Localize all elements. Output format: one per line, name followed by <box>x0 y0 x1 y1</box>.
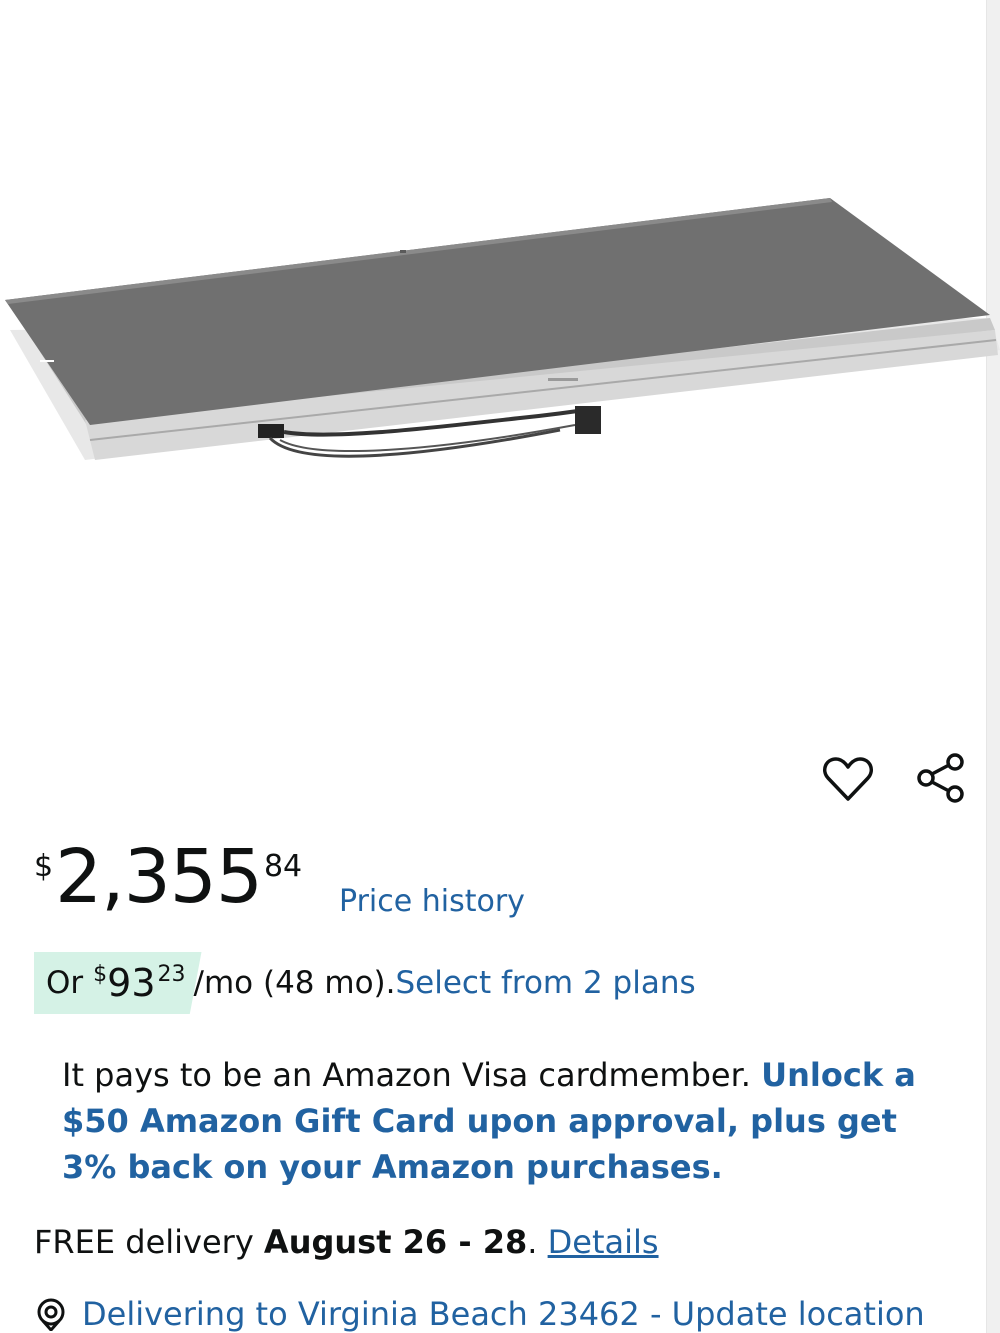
visa-promo: It pays to be an Amazon Visa cardmember.… <box>62 1052 952 1190</box>
installment-symbol: $ <box>93 962 108 987</box>
price-whole: 2,355 <box>55 834 263 920</box>
installment-offer: Or $ 93 23 /mo (48 mo). Select from 2 pl… <box>34 952 696 1014</box>
select-plans-link[interactable]: Select from 2 plans <box>396 965 696 1001</box>
delivery-location[interactable]: Delivering to Virginia Beach 23462 - Upd… <box>34 1292 925 1333</box>
location-label[interactable]: Delivering to Virginia Beach 23462 - Upd… <box>82 1292 925 1333</box>
price-symbol: $ <box>34 849 54 884</box>
wishlist-button[interactable] <box>818 752 878 808</box>
product-image[interactable] <box>0 0 1000 740</box>
installment-whole: 93 <box>107 961 156 1005</box>
delivery-separator: . <box>527 1223 548 1261</box>
installment-highlight: Or $ 93 23 <box>34 952 202 1014</box>
heart-icon <box>823 757 873 801</box>
price-history-link[interactable]: Price history <box>339 884 525 919</box>
share-icon <box>917 753 964 803</box>
installment-fraction: 23 <box>157 962 186 987</box>
delivery-details-link[interactable]: Details <box>548 1223 659 1261</box>
delivery-info: FREE delivery August 26 - 28. Details <box>34 1220 659 1264</box>
delivery-date: August 26 - 28 <box>263 1223 528 1261</box>
price-fraction: 84 <box>263 849 303 884</box>
delivery-prefix: FREE delivery <box>34 1223 264 1261</box>
share-button[interactable] <box>910 748 972 808</box>
location-pin-icon <box>37 1298 65 1331</box>
installment-suffix: /mo (48 mo). <box>193 965 396 1001</box>
installment-prefix: Or <box>46 965 84 1001</box>
visa-promo-text: It pays to be an Amazon Visa cardmember. <box>62 1056 762 1094</box>
price: $ 2,355 84 <box>34 840 302 914</box>
solar-panel-illustration <box>5 198 1000 460</box>
